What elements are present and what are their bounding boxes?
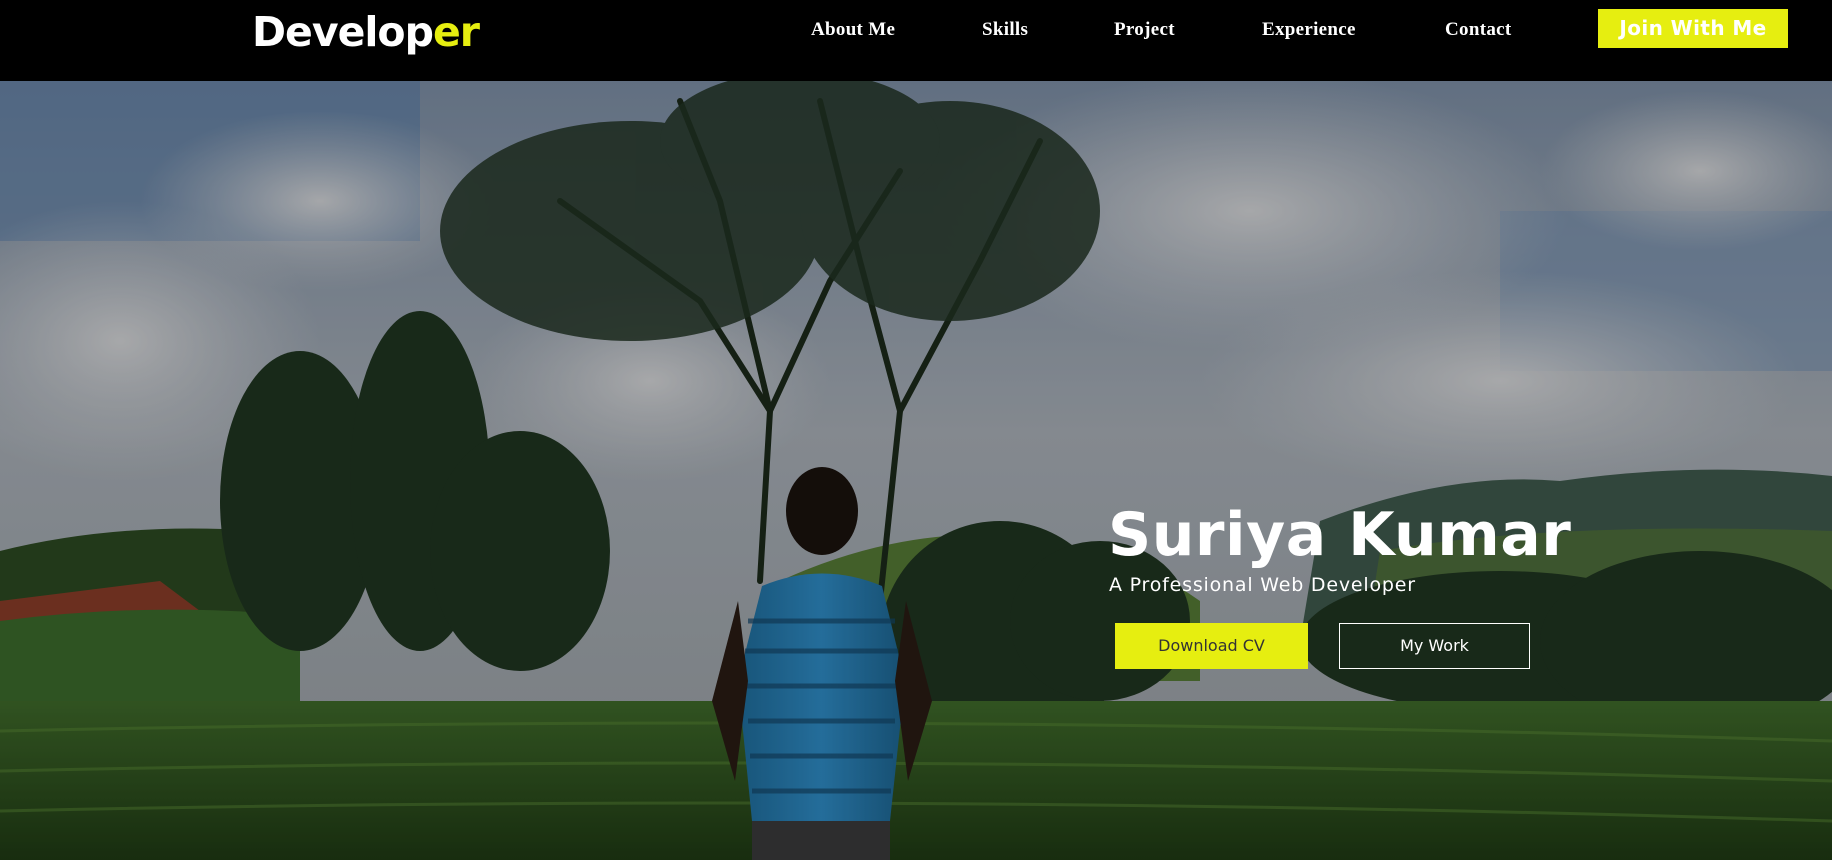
logo-accent-text: er: [432, 8, 480, 56]
hero-background-image: [0, 81, 1832, 860]
my-work-button[interactable]: My Work: [1339, 623, 1530, 669]
join-with-me-button[interactable]: Join With Me: [1598, 9, 1788, 48]
nav-about-me[interactable]: About Me: [811, 18, 895, 42]
nav-experience[interactable]: Experience: [1262, 18, 1356, 42]
nav-contact[interactable]: Contact: [1445, 18, 1511, 42]
navbar: Developer About Me Skills Project Experi…: [0, 0, 1832, 81]
nav-skills[interactable]: Skills: [982, 18, 1028, 42]
hero-tagline: A Professional Web Developer: [1109, 574, 1416, 596]
download-cv-button[interactable]: Download CV: [1115, 623, 1308, 669]
nav-project[interactable]: Project: [1114, 18, 1175, 42]
hero-section: Suriya Kumar A Professional Web Develope…: [0, 81, 1832, 860]
hero-name: Suriya Kumar: [1108, 500, 1572, 570]
site-logo[interactable]: Developer: [252, 8, 480, 56]
logo-main-text: Develop: [252, 8, 434, 56]
